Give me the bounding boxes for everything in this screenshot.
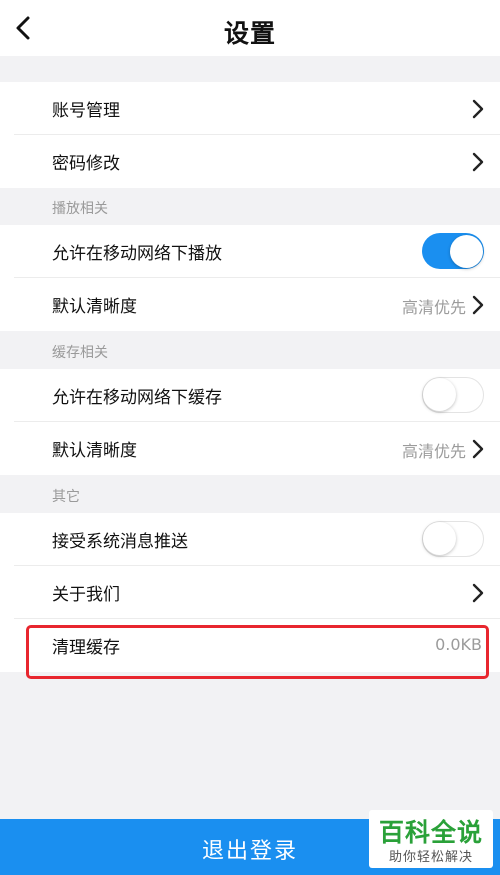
mobile-play-row: 允许在移动网络下播放 — [0, 225, 500, 278]
chevron-right-icon — [472, 152, 484, 172]
password-change-row[interactable]: 密码修改 — [0, 135, 500, 188]
toggle-knob — [423, 522, 456, 555]
playback-quality-value: 高清优先 — [401, 298, 466, 317]
account-manage-label: 账号管理 — [52, 101, 120, 121]
mobile-play-label: 允许在移动网络下播放 — [52, 244, 222, 264]
account-manage-row[interactable]: 账号管理 — [0, 82, 500, 135]
toggle-knob — [450, 234, 483, 268]
cache-quality-row[interactable]: 默认清晰度 高清优先 — [0, 422, 500, 475]
section-label-other: 其它 — [52, 489, 80, 505]
page-title: 设置 — [223, 19, 276, 48]
password-change-label: 密码修改 — [52, 154, 120, 174]
push-notification-toggle[interactable] — [422, 521, 484, 557]
push-notification-row: 接受系统消息推送 — [0, 513, 500, 566]
top-bar: 设置 — [0, 0, 500, 56]
mobile-play-toggle[interactable] — [422, 233, 484, 269]
toggle-knob — [423, 378, 456, 411]
about-us-label: 关于我们 — [52, 585, 120, 605]
chevron-right-icon — [472, 439, 484, 459]
watermark-subtitle: 助你轻松解决 — [388, 850, 473, 865]
chevron-right-icon — [472, 583, 484, 603]
chevron-right-icon — [472, 99, 484, 119]
watermark-title: 百科全说 — [378, 818, 483, 847]
playback-quality-row[interactable]: 默认清晰度 高清优先 — [0, 278, 500, 331]
cache-quality-label: 默认清晰度 — [52, 441, 137, 461]
mobile-cache-toggle[interactable] — [422, 377, 484, 413]
highlight-box — [26, 625, 489, 679]
about-us-row[interactable]: 关于我们 — [0, 566, 500, 619]
playback-quality-label: 默认清晰度 — [52, 297, 137, 317]
section-label-playback: 播放相关 — [52, 201, 108, 217]
mobile-cache-row: 允许在移动网络下缓存 — [0, 369, 500, 422]
watermark-logo: 百科全说 助你轻松解决 — [369, 810, 493, 868]
section-label-cache: 缓存相关 — [52, 345, 108, 361]
push-notification-label: 接受系统消息推送 — [52, 532, 188, 552]
chevron-right-icon — [472, 295, 484, 315]
cache-quality-value: 高清优先 — [401, 442, 466, 461]
mobile-cache-label: 允许在移动网络下缓存 — [52, 388, 222, 408]
